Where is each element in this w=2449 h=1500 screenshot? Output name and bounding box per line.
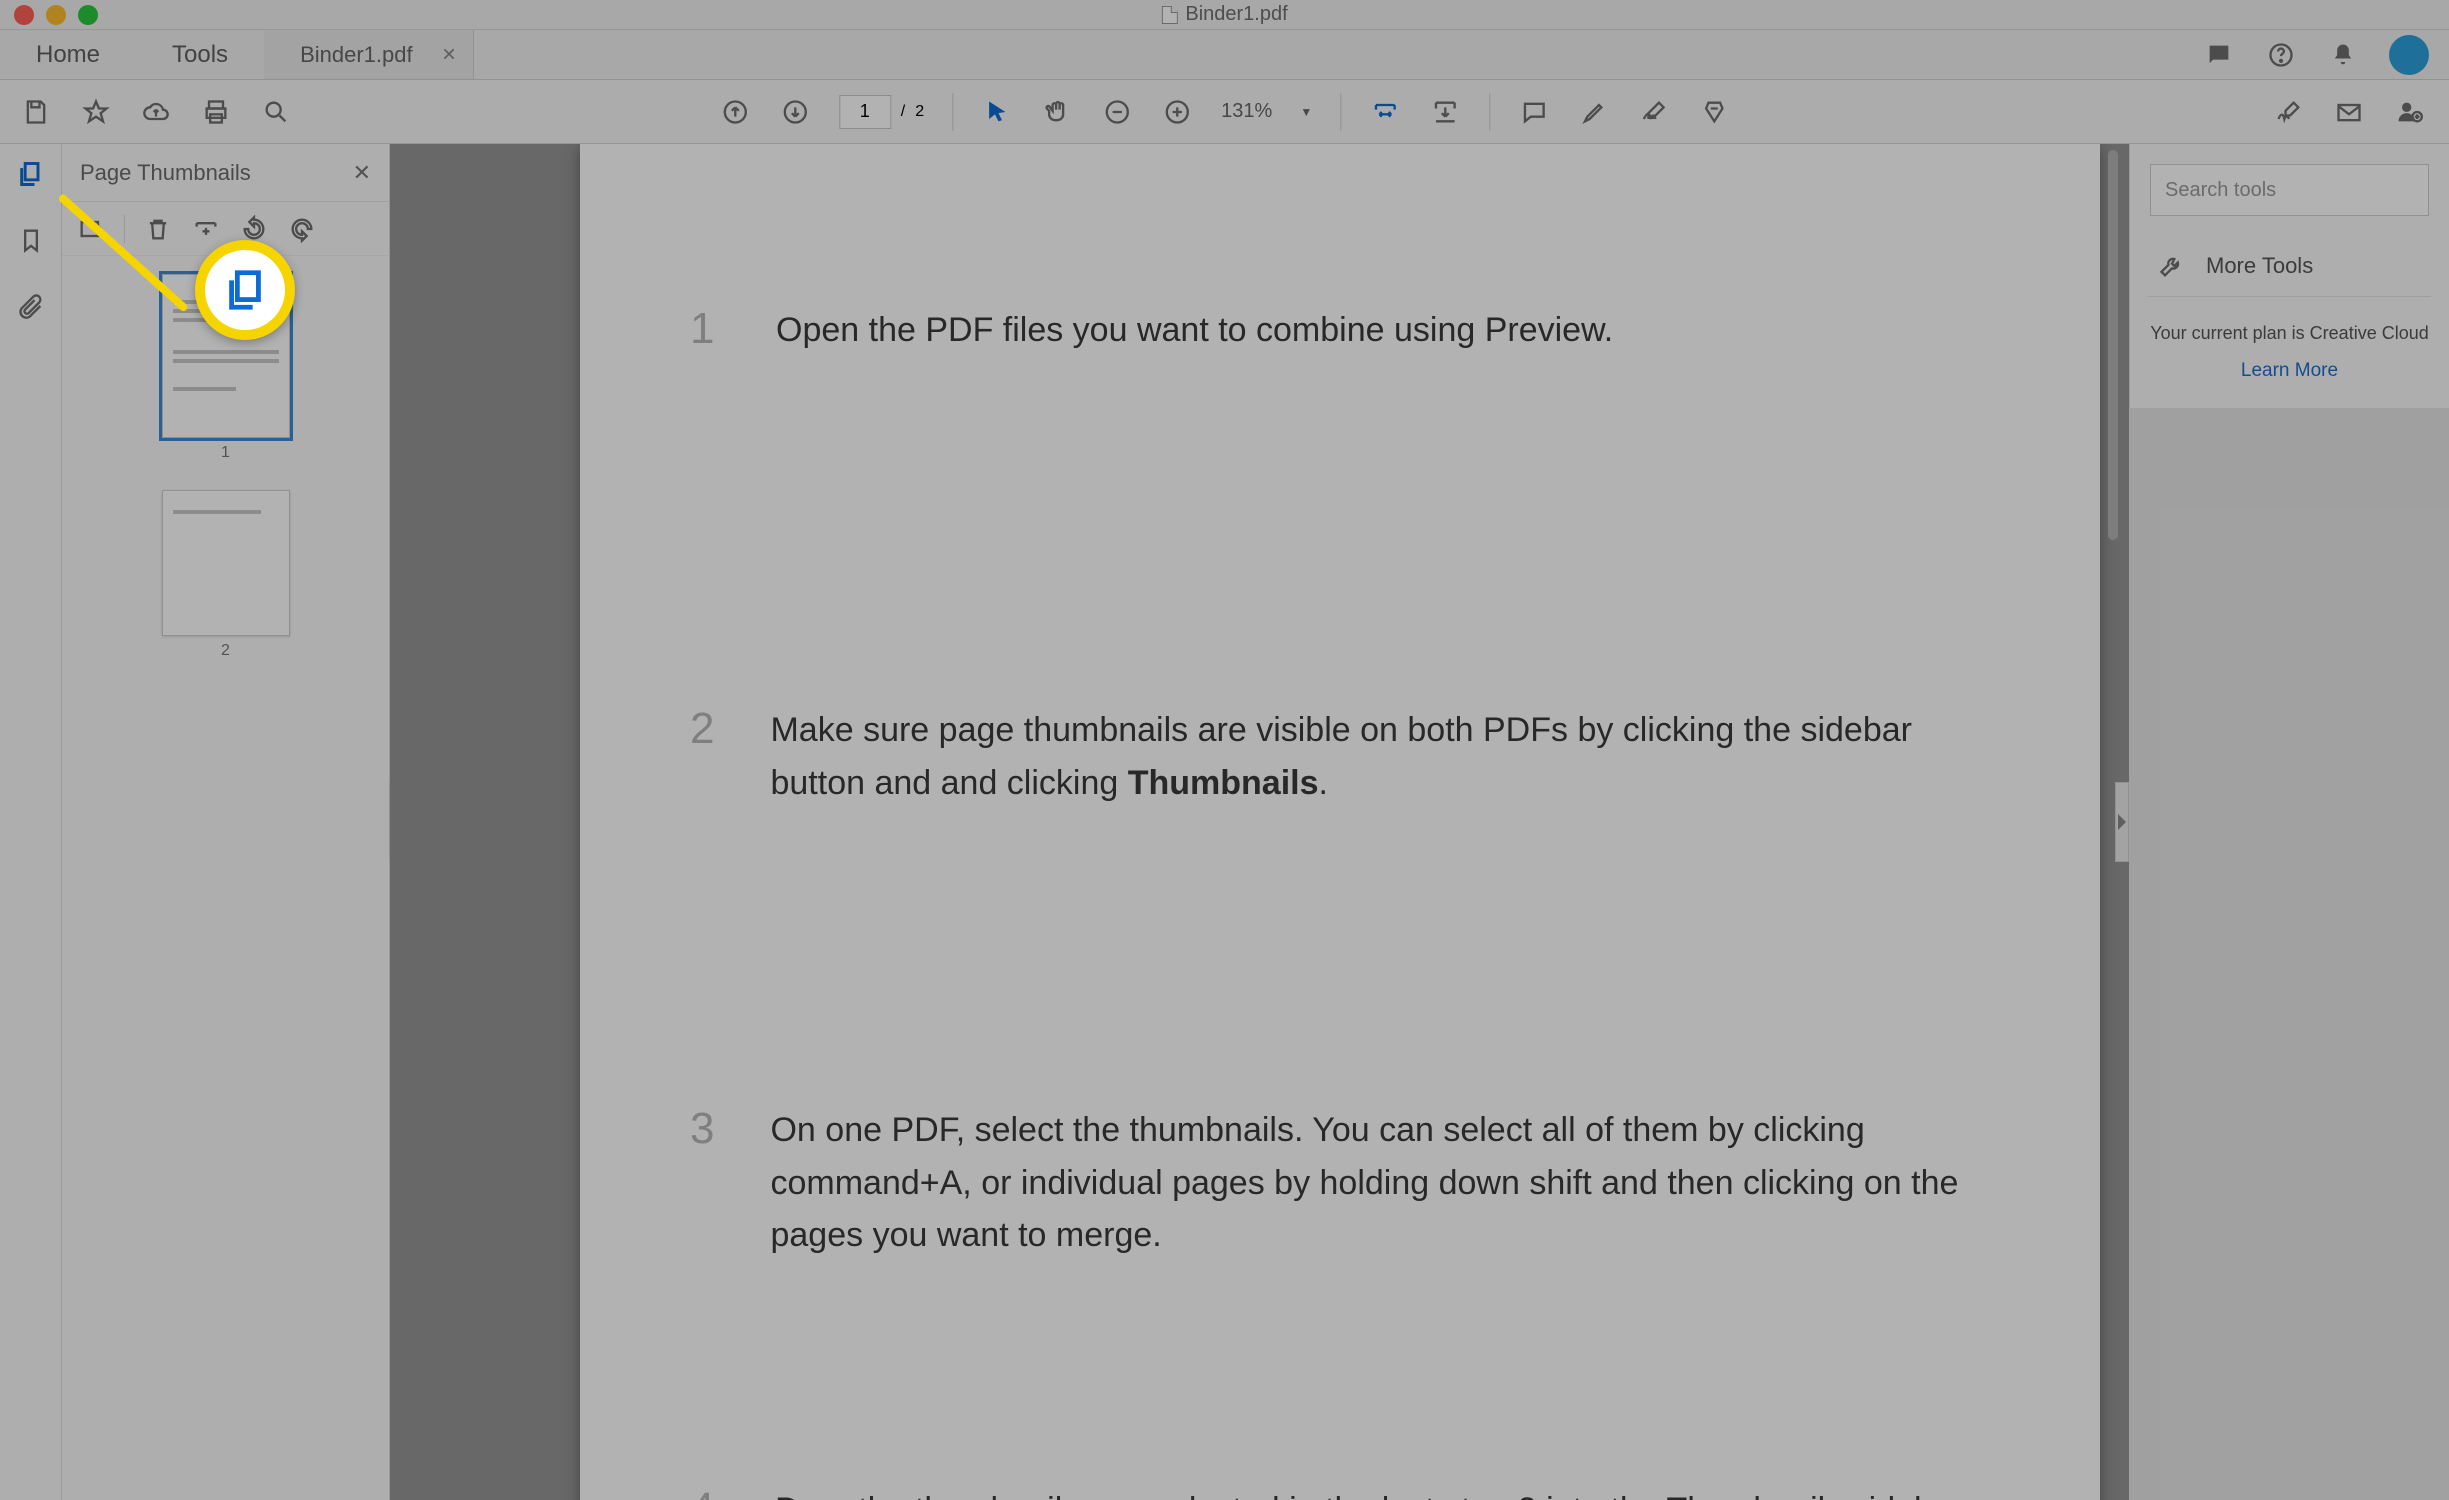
hand-pan-icon[interactable] (1041, 96, 1073, 128)
attachments-icon[interactable] (15, 290, 47, 322)
right-tools-panel: Search tools More Tools Your current pla… (2129, 144, 2449, 408)
tab-document[interactable]: Binder1.pdf ✕ (264, 30, 474, 79)
tab-home[interactable]: Home (0, 30, 136, 79)
page-thumbnails-icon (222, 267, 268, 313)
wrench-icon (2156, 250, 2188, 282)
page-input[interactable] (839, 95, 891, 129)
zoom-dropdown-icon[interactable]: ▼ (1300, 105, 1312, 119)
expand-right-handle[interactable] (2115, 782, 2129, 862)
more-tools-item[interactable]: More Tools (2130, 236, 2449, 296)
close-panel-icon[interactable]: ✕ (353, 160, 371, 186)
step-number: 1 (690, 304, 720, 357)
separator (124, 215, 125, 243)
search-tools-input[interactable]: Search tools (2150, 164, 2429, 216)
insert-page-icon[interactable] (191, 214, 221, 244)
page-up-icon[interactable] (719, 96, 751, 128)
thumbnail-label: 1 (221, 444, 230, 462)
page-down-icon[interactable] (779, 96, 811, 128)
signature-icon[interactable] (1638, 96, 1670, 128)
workspace: Page Thumbnails ✕ (0, 144, 2449, 1500)
print-icon[interactable] (200, 96, 232, 128)
select-cursor-icon[interactable] (981, 96, 1013, 128)
tab-bar: Home Tools Binder1.pdf ✕ (0, 30, 2449, 80)
mail-icon[interactable] (2333, 96, 2365, 128)
step-number: 4 (690, 1484, 719, 1500)
mac-titlebar: Binder1.pdf (0, 0, 2449, 30)
step-number: 3 (690, 1104, 714, 1262)
highlight-icon[interactable] (1578, 96, 1610, 128)
star-icon[interactable] (80, 96, 112, 128)
step-text: Make sure page thumbnails are visible on… (770, 704, 1970, 809)
help-icon[interactable] (2265, 39, 2297, 71)
share-person-icon[interactable] (2393, 96, 2425, 128)
close-window-button[interactable] (14, 5, 34, 25)
close-tab-icon[interactable]: ✕ (442, 44, 457, 65)
left-mini-strip (0, 144, 62, 1500)
thumbnail-label: 2 (221, 642, 230, 660)
pdf-page: 1 Open the PDF files you want to combine… (580, 144, 2100, 1500)
thumbnails-panel: Page Thumbnails ✕ (62, 144, 390, 1500)
page-thumbnails-icon[interactable] (15, 158, 47, 190)
cloud-upload-icon[interactable] (140, 96, 172, 128)
tab-tools[interactable]: Tools (136, 30, 264, 79)
bookmarks-icon[interactable] (15, 224, 47, 256)
zoom-out-icon[interactable] (1101, 96, 1133, 128)
fit-page-icon[interactable] (1429, 96, 1461, 128)
more-tools-label: More Tools (2206, 253, 2313, 279)
thumbnails-panel-title: Page Thumbnails (80, 160, 251, 186)
fit-width-icon[interactable] (1369, 96, 1401, 128)
thumbnail-page-2[interactable]: 2 (162, 490, 290, 660)
search-placeholder: Search tools (2165, 179, 2276, 202)
comment-icon[interactable] (1518, 96, 1550, 128)
separator (1489, 93, 1490, 131)
minimize-window-button[interactable] (46, 5, 66, 25)
sign-edit-icon[interactable] (2273, 96, 2305, 128)
stamp-icon[interactable] (1698, 96, 1730, 128)
separator (1340, 93, 1341, 131)
page-number-box: / 2 (839, 95, 924, 129)
bell-icon[interactable] (2327, 39, 2359, 71)
document-icon (1161, 6, 1177, 24)
step-number: 2 (690, 704, 714, 809)
page-total: 2 (915, 103, 924, 121)
search-glass-icon[interactable] (260, 96, 292, 128)
separator (952, 93, 953, 131)
chat-icon[interactable] (2203, 39, 2235, 71)
window-controls (14, 5, 98, 25)
save-icon[interactable] (20, 96, 52, 128)
step-text: Open the PDF files you want to combine u… (776, 304, 1613, 357)
maximize-window-button[interactable] (78, 5, 98, 25)
document-view[interactable]: 1 Open the PDF files you want to combine… (390, 144, 2129, 1500)
rotate-cw-icon[interactable] (287, 214, 317, 244)
main-toolbar: / 2 131% ▼ (0, 80, 2449, 144)
zoom-value: 131% (1221, 100, 1272, 123)
avatar[interactable] (2389, 35, 2429, 75)
rotate-ccw-icon[interactable] (239, 214, 269, 244)
plan-text: Your current plan is Creative Cloud (2130, 297, 2449, 352)
delete-page-icon[interactable] (143, 214, 173, 244)
step-text: On one PDF, select the thumbnails. You c… (770, 1104, 1970, 1262)
callout-highlight-circle (195, 240, 295, 340)
learn-more-link[interactable]: Learn More (2130, 352, 2449, 408)
zoom-in-icon[interactable] (1161, 96, 1193, 128)
page-sep: / (901, 103, 905, 121)
step-text: Drag the thumbnails you selected in the … (775, 1484, 1970, 1500)
window-title: Binder1.pdf (1185, 3, 1287, 26)
